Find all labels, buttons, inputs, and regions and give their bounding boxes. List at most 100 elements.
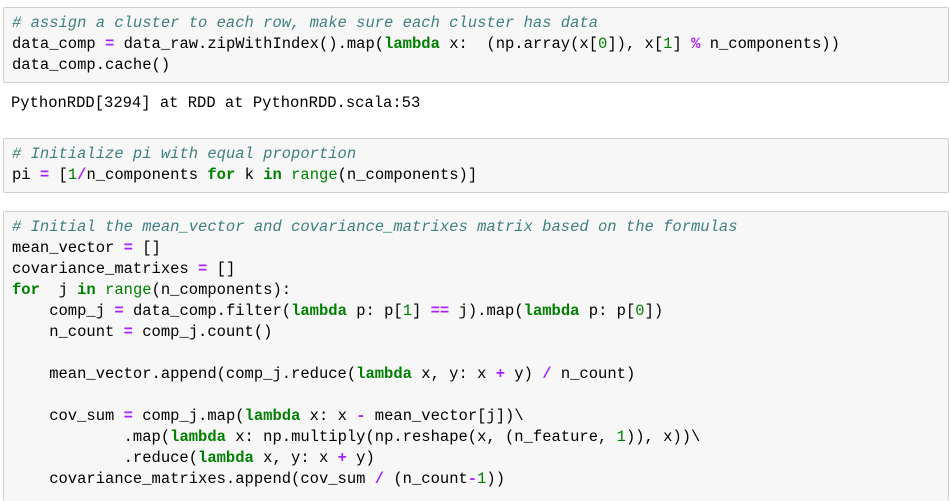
code-token: %	[691, 35, 701, 53]
code-token: +	[337, 449, 347, 467]
code-line: .reduce(lambda x, y: x + y)	[12, 448, 948, 469]
code-token: =	[123, 323, 133, 341]
code-token: cov_sum	[12, 407, 124, 425]
code-token: ])	[644, 302, 664, 320]
code-token: 1	[616, 428, 626, 446]
code-token: []	[132, 239, 161, 257]
code-token: /	[374, 470, 385, 488]
code-token: data_comp.filter(	[123, 302, 292, 320]
code-token: p: p[	[579, 302, 636, 320]
code-token: /	[542, 365, 552, 383]
code-line: data_comp = data_raw.zipWithIndex().map(…	[12, 34, 948, 55]
code-token: []	[207, 260, 236, 278]
code-token: x: (np.array(x[	[439, 35, 599, 53]
code-token: comp_j	[12, 302, 115, 320]
code-token: x: np.multiply(np.reshape(x, (n_feature,	[225, 428, 617, 446]
code-token: =	[105, 35, 115, 53]
code-editor[interactable]: # assign a cluster to each row, make sur…	[12, 13, 948, 76]
code-token: j).map(	[449, 302, 524, 320]
code-token: n_count	[12, 323, 124, 341]
code-comment: # Initial the mean_vector and covariance…	[12, 218, 738, 236]
code-token: j	[39, 281, 78, 299]
code-token: 1	[402, 302, 413, 320]
code-token: =	[39, 166, 50, 184]
code-line: data_comp.cache()	[12, 55, 948, 76]
code-token: lambda	[356, 365, 412, 383]
code-line: comp_j = data_comp.filter(lambda p: p[1]…	[12, 301, 948, 322]
code-token: ]	[412, 302, 431, 320]
code-token: =	[114, 302, 124, 320]
code-token: .map(	[12, 428, 171, 446]
code-token: )), x))\	[625, 428, 701, 446]
code-cell-1[interactable]: # assign a cluster to each row, make sur…	[3, 7, 949, 83]
code-token: data_comp	[12, 35, 106, 53]
code-cell-2[interactable]: # Initialize pi with equal proportion pi …	[3, 138, 949, 193]
code-line: for j in range(n_components):	[12, 280, 948, 301]
code-token: (n_count	[384, 470, 468, 488]
code-token: lambda	[198, 449, 254, 467]
code-line: mean_vector = []	[12, 238, 948, 259]
code-token: n_components	[86, 166, 208, 184]
code-line: n_count = comp_j.count()	[12, 322, 948, 343]
code-token: x, y: x	[253, 449, 338, 467]
code-token: mean_vector[j])\	[365, 407, 524, 425]
code-token: ]	[672, 35, 692, 53]
code-token: (n_components)]	[337, 166, 478, 184]
code-token: pi	[12, 166, 40, 184]
code-token: in	[263, 166, 282, 184]
code-token: lambda	[523, 302, 580, 320]
code-token: [	[49, 166, 68, 184]
code-token: comp_j.count()	[132, 323, 273, 341]
code-token: +	[495, 365, 505, 383]
code-token: ))	[486, 470, 506, 488]
code-line: pi = [1/n_components for k in range(n_co…	[12, 165, 948, 186]
code-comment: # Initialize pi with equal proportion	[12, 145, 357, 163]
code-line: .map(lambda x: np.multiply(np.reshape(x,…	[12, 427, 948, 448]
code-line: # assign a cluster to each row, make sur…	[12, 13, 948, 34]
cell-output-1: PythonRDD[3294] at RDD at PythonRDD.scal…	[11, 94, 421, 112]
code-editor[interactable]: # Initialize pi with equal proportion pi …	[12, 144, 948, 186]
code-token: covariance_matrixes	[12, 260, 199, 278]
code-token: =	[123, 407, 133, 425]
code-line: mean_vector.append(comp_j.reduce(lambda …	[12, 364, 948, 385]
code-token: n_components))	[700, 35, 840, 53]
code-token: lambda	[384, 35, 440, 53]
code-token: range	[105, 281, 152, 299]
code-token: p: p[	[346, 302, 403, 320]
code-token: for	[207, 166, 236, 184]
code-token: x, y: x	[411, 365, 496, 383]
code-token: mean_vector	[12, 239, 124, 257]
code-editor[interactable]: # Initial the mean_vector and covariance…	[12, 217, 948, 490]
code-token: n_count)	[551, 365, 636, 383]
code-token: data_comp.cache()	[12, 56, 171, 74]
code-line: covariance_matrixes.append(cov_sum / (n_…	[12, 469, 948, 490]
code-line: cov_sum = comp_j.map(lambda x: x - mean_…	[12, 406, 948, 427]
code-token: -	[467, 470, 478, 488]
code-token: ==	[430, 302, 450, 320]
code-token: .reduce(	[12, 449, 199, 467]
code-line: # Initialize pi with equal proportion	[12, 144, 948, 165]
code-token: -	[356, 407, 366, 425]
code-token: mean_vector.append(comp_j.reduce(	[12, 365, 357, 383]
code-token: x: x	[300, 407, 357, 425]
code-token: (n_components):	[151, 281, 292, 299]
code-cell-3[interactable]: # Initial the mean_vector and covariance…	[3, 211, 949, 501]
code-line: # Initial the mean_vector and covariance…	[12, 217, 948, 238]
code-token: 0	[598, 35, 608, 53]
code-token: comp_j.map(	[132, 407, 245, 425]
code-token: range	[291, 166, 338, 184]
code-token: =	[198, 260, 208, 278]
code-token: lambda	[291, 302, 347, 320]
code-token: for	[12, 281, 40, 299]
code-token: k	[235, 166, 264, 184]
code-token: lambda	[244, 407, 301, 425]
code-comment: # assign a cluster to each row, make sur…	[12, 14, 598, 32]
code-token: y)	[346, 449, 375, 467]
code-token: covariance_matrixes.append(cov_sum	[12, 470, 375, 488]
code-token: 0	[635, 302, 645, 320]
code-token: =	[123, 239, 133, 257]
